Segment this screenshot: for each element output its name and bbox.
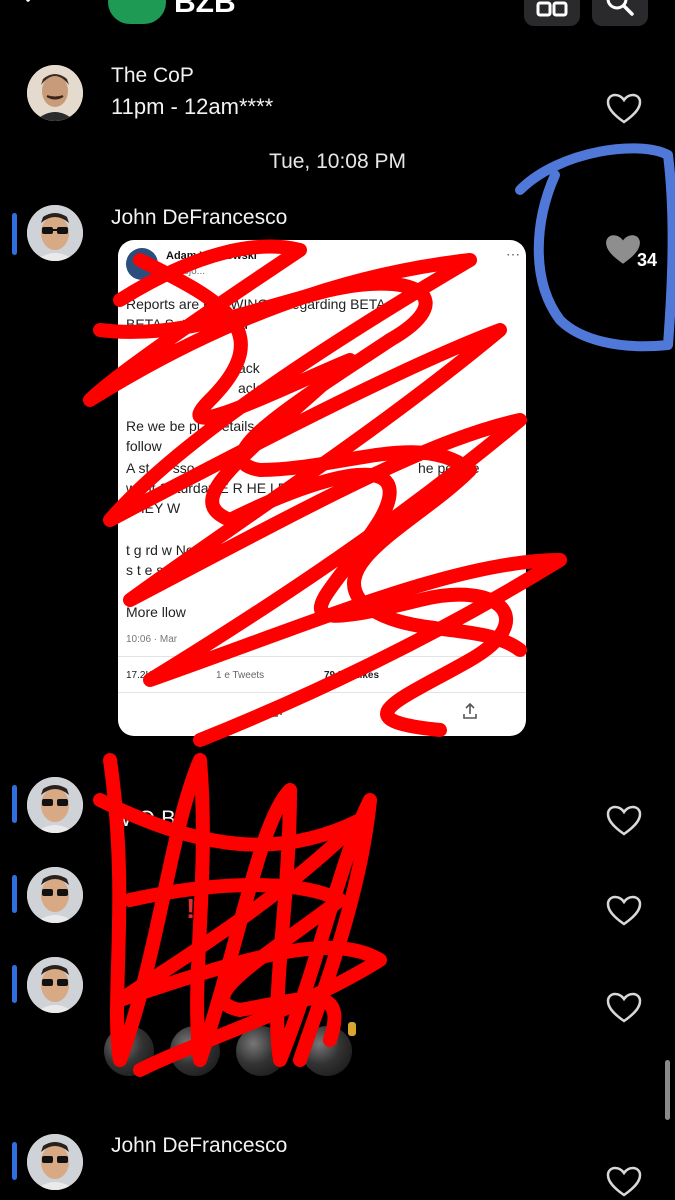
bomb-emoji-row <box>104 1022 364 1078</box>
message-sender: John DeFrancesco <box>111 206 288 229</box>
heart-outline-icon[interactable] <box>606 992 642 1024</box>
timestamp: Tue, 10:08 PM <box>269 150 406 173</box>
tweet-author: Adam Wojnowski <box>166 250 257 262</box>
bomb-icon <box>236 1026 286 1076</box>
message-text: 11pm - 12am**** <box>111 94 274 119</box>
bomb-icon <box>104 1026 154 1076</box>
avatar-photo-john <box>27 1134 83 1190</box>
unread-indicator <box>12 213 17 255</box>
fuse-icon <box>348 1022 356 1036</box>
avatar[interactable] <box>27 867 83 923</box>
heart-outline-icon[interactable] <box>606 805 642 837</box>
tweet-text-line: More llow <box>126 604 186 620</box>
avatar-photo-john <box>27 867 83 923</box>
bomb-icon <box>302 1026 352 1076</box>
tweet-text-line: follow <box>126 438 162 454</box>
tweet-text-line: Re we be pl ss etails to <box>126 418 270 434</box>
avatar[interactable] <box>27 1134 83 1190</box>
search-button[interactable] <box>592 0 648 26</box>
avatar[interactable] <box>27 65 83 121</box>
unread-indicator <box>12 965 17 1003</box>
gallery-button[interactable] <box>524 0 580 26</box>
avatar-photo-john <box>27 957 83 1013</box>
tweet-text-line: he people <box>418 460 480 476</box>
tweet-text-line: want Saturday E R HE LE W <box>126 480 305 496</box>
tweet-text-line: s t e s <box>126 562 164 578</box>
divider <box>118 656 526 657</box>
tweet-text-line: A st e f sso <box>126 460 195 476</box>
avatar-photo-john <box>27 205 83 261</box>
gallery-icon <box>536 1 568 17</box>
tweet-text-line: ack <box>238 380 260 396</box>
tweet-text-line: BETA Saturday and <box>126 316 248 332</box>
more-icon[interactable]: ⋯ <box>506 246 520 263</box>
divider <box>118 692 526 693</box>
search-icon <box>606 0 634 16</box>
tweet-stat: 17.2K Re <box>126 670 168 681</box>
tweet-time: 10:06 · Mar <box>126 634 178 645</box>
tweet-stat: 1 e Tweets <box>216 670 265 681</box>
avatar[interactable] <box>27 777 83 833</box>
message-sender: John DeFrancesco <box>111 1134 288 1157</box>
like-count: 34 <box>637 250 658 270</box>
retweet-icon[interactable] <box>266 704 284 720</box>
fuse-icon <box>282 1028 290 1042</box>
bomb-icon <box>170 1026 220 1076</box>
tweet-text-line: ack <box>238 360 260 376</box>
tweet-stat: 79.5K Likes <box>324 670 380 681</box>
unread-indicator <box>12 875 17 913</box>
heart-outline-icon[interactable] <box>606 93 642 125</box>
avatar-photo-cop <box>27 65 83 121</box>
unread-indicator <box>12 1142 17 1180</box>
tweet-card[interactable]: Adam Wojnowski @wojo... ⋯ Reports are FL… <box>118 240 526 736</box>
avatar-photo-john <box>27 777 83 833</box>
scrollbar[interactable] <box>665 1060 670 1120</box>
message-text: W O B <box>111 806 176 831</box>
avatar[interactable] <box>27 957 83 1013</box>
tweet-text-line: THEY W <box>126 500 181 516</box>
avatar[interactable] <box>27 205 83 261</box>
back-chevron-icon[interactable] <box>18 0 52 16</box>
group-avatar[interactable] <box>108 0 166 24</box>
heart-outline-icon[interactable] <box>606 895 642 927</box>
heart-outline-icon[interactable] <box>606 1166 642 1198</box>
tweet-author-avatar <box>126 248 158 280</box>
message-sender: The CoP <box>111 64 194 87</box>
unread-indicator <box>12 785 17 823</box>
tweet-handle: @wojo... <box>166 266 206 277</box>
group-title[interactable]: BZB <box>174 0 236 20</box>
tweet-text-line: Reports are FLOWING in regarding BETA <box>126 296 386 312</box>
blue-circle-annotation <box>515 143 675 352</box>
share-icon[interactable] <box>462 702 478 720</box>
message-text: ! <box>186 893 196 924</box>
tweet-text-line: t g rd w Not <box>126 542 198 558</box>
